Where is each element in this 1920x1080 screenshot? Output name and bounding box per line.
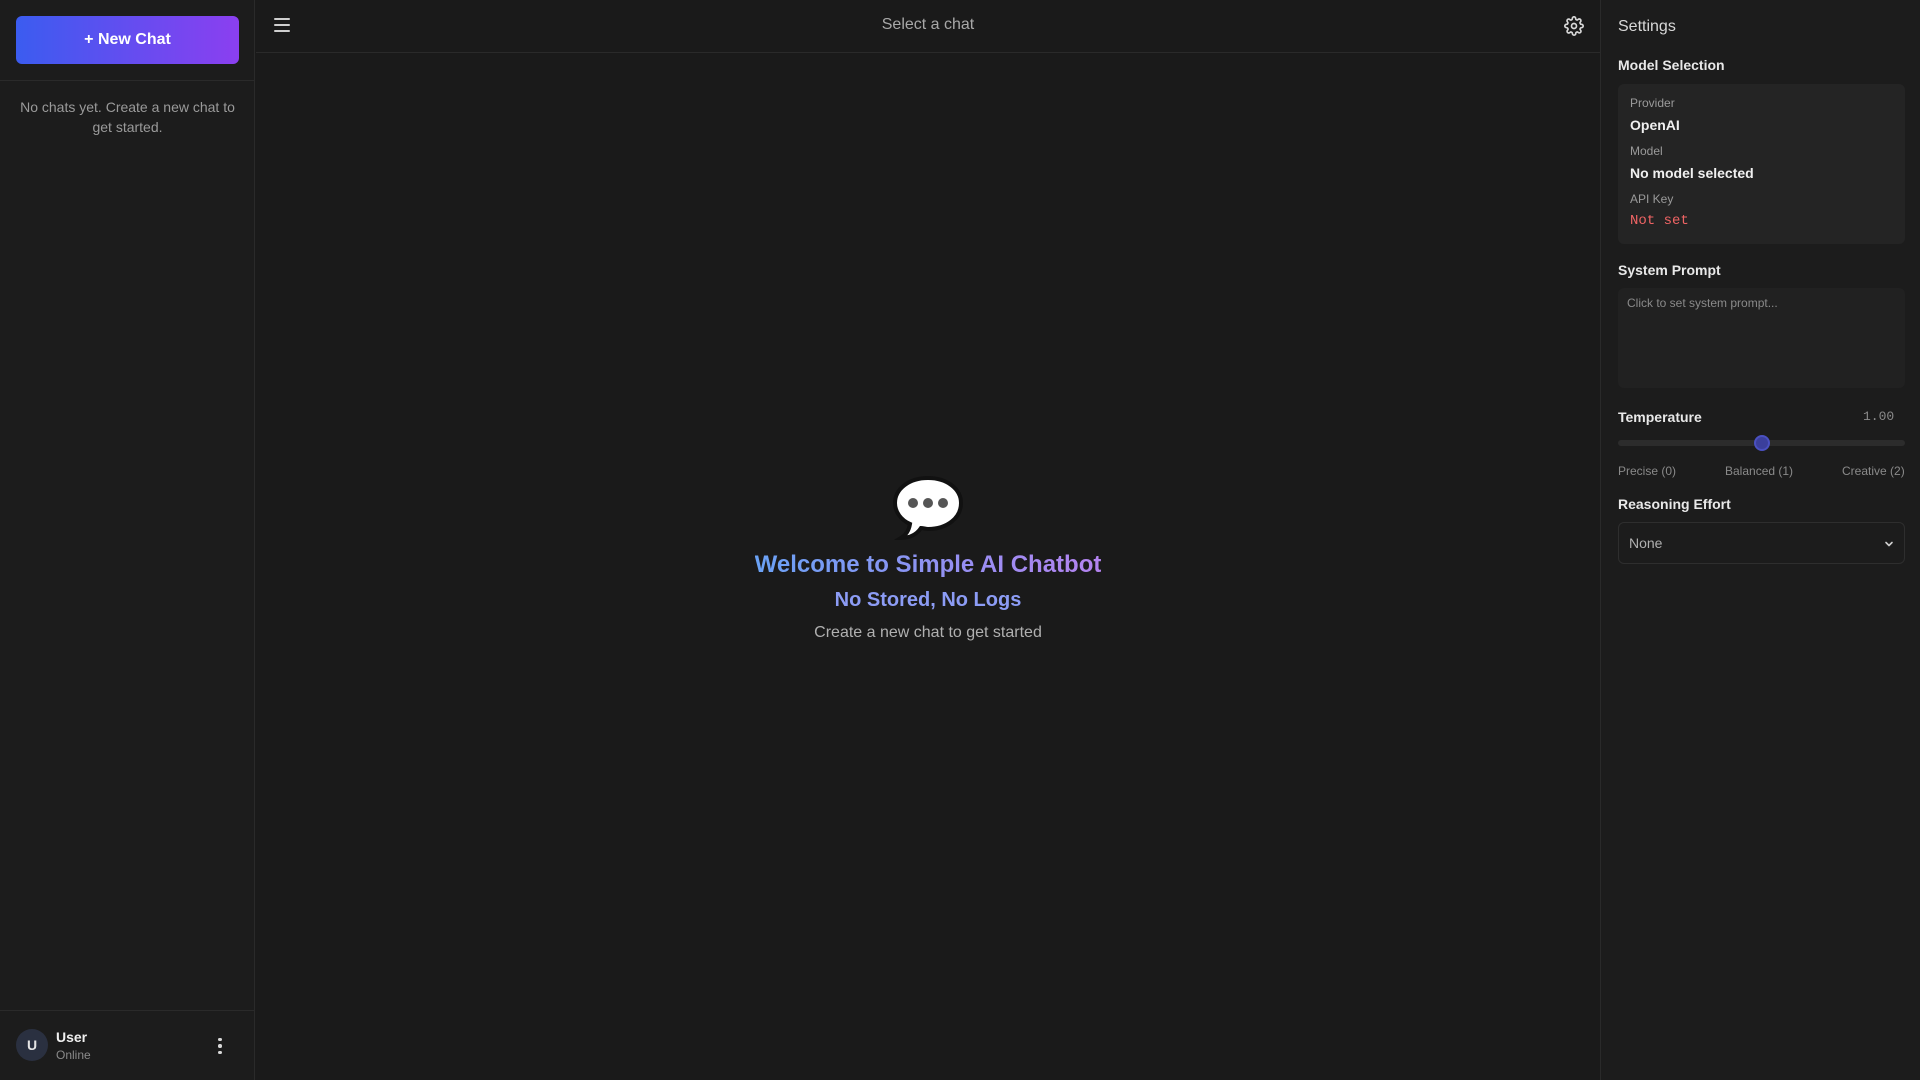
- user-status: Online: [56, 1048, 91, 1062]
- reasoning-effort-select[interactable]: None: [1618, 522, 1905, 564]
- speech-bubble-icon: [892, 475, 964, 541]
- chevron-down-icon: [1885, 541, 1893, 547]
- provider-value: OpenAI: [1630, 117, 1680, 133]
- reasoning-effort-label: Reasoning Effort: [1618, 496, 1731, 512]
- reasoning-effort-value: None: [1629, 535, 1663, 551]
- avatar[interactable]: U: [16, 1029, 48, 1061]
- user-name: User: [56, 1029, 88, 1045]
- temperature-tick-precise: Precise (0): [1618, 464, 1677, 478]
- page-title: Select a chat: [881, 16, 975, 33]
- system-prompt-field[interactable]: Click to set system prompt...: [1618, 288, 1905, 388]
- model-label: Model: [1630, 144, 1663, 158]
- temperature-tick-balanced: Balanced (1): [1725, 464, 1794, 478]
- welcome-title: Welcome to Simple AI Chatbot: [754, 551, 1102, 578]
- settings-panel: Settings Model Selection Provider OpenAI…: [1600, 0, 1920, 1080]
- system-prompt-label: System Prompt: [1618, 262, 1721, 278]
- chat-main-area: Select a chat Welcome to Simple AI Chatb…: [256, 0, 1600, 1080]
- api-key-label: API Key: [1630, 192, 1674, 206]
- welcome-panel: Welcome to Simple AI Chatbot No Stored, …: [256, 475, 1600, 642]
- empty-chats-message: No chats yet. Create a new chat to get s…: [20, 99, 235, 135]
- user-profile-bar: U User Online: [0, 1010, 255, 1080]
- temperature-label: Temperature: [1618, 409, 1702, 425]
- chat-sidebar: + New Chat No chats yet. Create a new ch…: [0, 0, 255, 1080]
- gear-icon[interactable]: [1564, 16, 1584, 36]
- welcome-subtitle: No Stored, No Logs: [834, 589, 1022, 611]
- top-bar: Select a chat: [256, 0, 1600, 53]
- model-value: No model selected: [1630, 165, 1754, 181]
- settings-title: Settings: [1618, 18, 1676, 35]
- new-chat-button[interactable]: + New Chat: [16, 16, 239, 64]
- temperature-value: 1.00: [1863, 409, 1895, 424]
- welcome-hint: Create a new chat to get started: [814, 624, 1042, 641]
- temperature-tick-creative: Creative (2): [1842, 464, 1905, 478]
- provider-label: Provider: [1630, 96, 1675, 110]
- temperature-slider-thumb[interactable]: [1753, 435, 1770, 451]
- model-selection-label: Model Selection: [1618, 57, 1725, 73]
- more-options-icon[interactable]: [210, 1035, 230, 1057]
- api-key-value: Not set: [1630, 213, 1689, 229]
- model-selection-card[interactable]: Provider OpenAI Model No model selected …: [1618, 84, 1905, 244]
- sidebar-divider: [0, 80, 255, 81]
